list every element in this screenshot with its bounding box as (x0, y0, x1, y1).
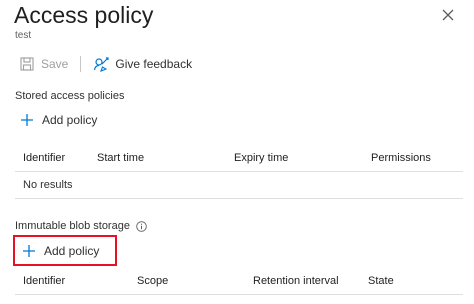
immutable-section-text: Immutable blob storage (15, 220, 130, 232)
col-permissions: Permissions (371, 152, 431, 164)
col-retention-interval: Retention interval (253, 275, 339, 287)
feedback-label: Give feedback (115, 57, 193, 71)
immutable-section-label: Immutable blob storage (15, 220, 147, 232)
plus-icon (20, 113, 34, 127)
feedback-icon (93, 56, 109, 72)
give-feedback-button[interactable]: Give feedback (93, 56, 192, 72)
toolbar: Save Give feedback (19, 55, 192, 73)
stored-table-header: Identifier Start time Expiry time Permis… (15, 145, 463, 172)
col-identifier: Identifier (23, 275, 66, 287)
close-icon[interactable] (438, 5, 458, 25)
add-stored-policy-button[interactable]: Add policy (20, 113, 97, 127)
save-icon (19, 56, 35, 72)
add-policy-label: Add policy (42, 113, 98, 127)
add-immutable-policy-button[interactable]: Add policy (22, 244, 99, 258)
page-subtitle: test (15, 30, 32, 41)
col-scope: Scope (137, 275, 169, 287)
add-policy-label: Add policy (44, 244, 100, 258)
info-icon[interactable] (136, 220, 147, 232)
immutable-table-header: Identifier Scope Retention interval Stat… (15, 268, 463, 295)
col-expiry-time: Expiry time (234, 152, 289, 164)
save-label: Save (41, 57, 69, 71)
page-title: Access policy (14, 2, 154, 28)
col-state: State (368, 275, 394, 287)
col-start-time: Start time (97, 152, 145, 164)
no-results-text: No results (23, 179, 73, 191)
save-button[interactable]: Save (19, 56, 68, 72)
stored-section-label: Stored access policies (15, 90, 125, 102)
plus-icon (22, 244, 36, 258)
toolbar-divider (80, 56, 82, 72)
col-identifier: Identifier (23, 152, 66, 164)
table-row: No results (15, 172, 463, 199)
